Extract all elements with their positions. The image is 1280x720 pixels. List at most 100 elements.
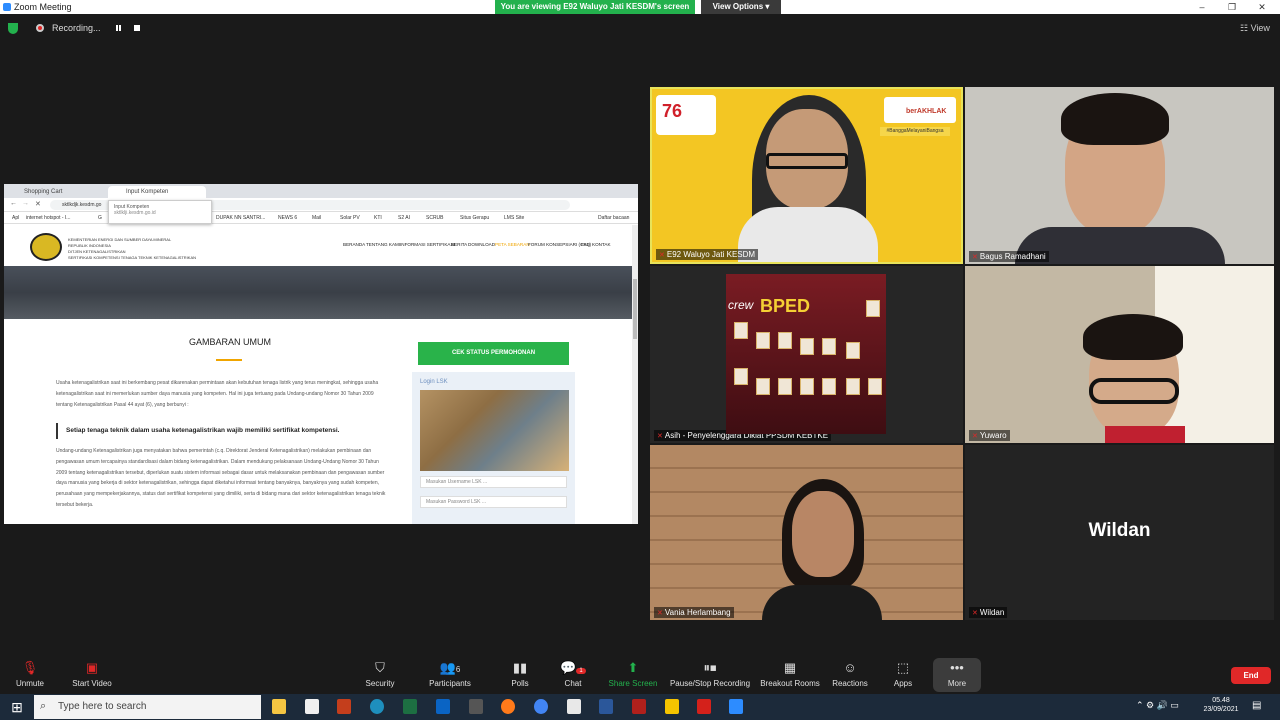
taskbar-app-icon[interactable] — [469, 699, 483, 714]
clock-time: 05.48 — [1212, 697, 1230, 704]
security-app-icon[interactable] — [632, 699, 646, 714]
bookmark-item[interactable]: LMS Site — [504, 215, 524, 221]
poster-crew-label: crew — [728, 298, 754, 312]
participant-display-name: Wildan — [1088, 520, 1151, 541]
participant-name-text: Bagus Ramadhani — [979, 252, 1046, 261]
recording-controls-label: Pause/Stop Recording — [669, 679, 751, 688]
bookmark-item[interactable]: Daftar bacaan — [598, 215, 629, 221]
video-tile-waluyo[interactable]: 76 berAKHLAK #BanggaMelayaniBangsa ✕ E92 … — [650, 87, 963, 264]
share-screen-button[interactable]: ⬆ Share Screen — [593, 660, 673, 688]
shirt — [762, 585, 882, 620]
poster-title: BPED — [760, 296, 811, 316]
participant-name: ✕ Vania Herlambang — [654, 607, 734, 618]
nav-tentang-kami[interactable]: TENTANG KAMI — [366, 242, 400, 247]
nav-peta-sebaran[interactable]: PETA SEBARAN — [495, 242, 530, 247]
close-button[interactable]: ✕ — [1252, 0, 1272, 14]
bookmark-item[interactable]: S2 AI — [398, 215, 410, 221]
file-explorer-icon[interactable] — [272, 699, 286, 714]
sticky-notes-icon[interactable] — [665, 699, 679, 714]
notifications-icon[interactable]: ▤ — [1252, 700, 1261, 711]
video-tile-yuwaro[interactable]: ✕ Yuwaro — [965, 266, 1274, 443]
username-input[interactable]: Masukan Username LSK ... — [420, 476, 567, 488]
forward-icon[interactable]: → — [22, 200, 29, 207]
participant-name-text: E92 Waluyo Jati KESDM — [666, 250, 756, 259]
esdm-logo[interactable] — [30, 233, 62, 261]
excel-icon[interactable] — [403, 699, 417, 714]
video-tile-vania[interactable]: ✕ Vania Herlambang — [650, 445, 963, 620]
chrome-icon[interactable] — [534, 699, 548, 714]
word-icon[interactable] — [599, 699, 613, 714]
system-tray-icons[interactable]: ⌃ ⚙ 🔊 ▭ — [1136, 700, 1179, 711]
participants-button[interactable]: 👥6 Participants — [410, 660, 490, 688]
quote-text: Setiap tenaga teknik dalam usaha ketenag… — [66, 427, 340, 434]
nav-informasi-sertifikasi[interactable]: INFORMASI SERTIFIKASI — [400, 242, 455, 247]
meeting-top-row — [0, 14, 1280, 44]
bookmark-item[interactable]: KTI — [374, 215, 382, 221]
page-scrollbar[interactable] — [632, 225, 638, 524]
nav-faq[interactable]: FAQ — [581, 242, 590, 247]
video-tile-bagus[interactable]: ✕ Bagus Ramadhani — [965, 87, 1274, 264]
back-icon[interactable]: ← — [10, 200, 17, 207]
maximize-button[interactable]: ❐ — [1222, 0, 1242, 14]
shield-icon[interactable] — [8, 23, 18, 34]
bookmark-item[interactable]: NEWS 6 — [278, 215, 297, 221]
view-options-button[interactable]: View Options ▾ — [701, 0, 781, 14]
acrobat-icon[interactable] — [697, 699, 711, 714]
akhlak-badge: berAKHLAK — [884, 97, 956, 123]
bookmark-item[interactable]: SCRUB — [426, 215, 444, 221]
taskbar-clock[interactable]: 05.48 23/09/2021 — [1198, 696, 1244, 714]
nav-berita[interactable]: BERITA — [451, 242, 467, 247]
search-icon: ⌕ — [40, 700, 47, 712]
polls-label: Polls — [511, 679, 529, 688]
security-button[interactable]: ⛉ Security — [340, 660, 420, 688]
participant-name-text: Vania Herlambang — [664, 608, 731, 617]
zoom-taskbar-icon[interactable] — [729, 699, 743, 714]
unmute-label: Unmute — [15, 679, 44, 688]
record-controls-icon: ⏸⏹ — [703, 660, 717, 675]
outlook-icon[interactable] — [436, 699, 450, 714]
nav-download[interactable]: DOWNLOAD — [468, 242, 495, 247]
view-layout-button[interactable]: ☷ View — [1240, 23, 1270, 34]
password-input[interactable]: Masukan Password LSK ... — [420, 496, 567, 508]
pause-recording-icon[interactable] — [116, 25, 118, 31]
zoom-logo-icon — [3, 3, 11, 11]
nav-kontak[interactable]: KONTAK — [592, 242, 611, 247]
reload-icon[interactable]: ✕ — [35, 200, 41, 208]
bookmark-item[interactable]: internet hotspot - I... — [26, 215, 70, 221]
bookmark-item[interactable]: Solar PV — [340, 215, 360, 221]
view-label: View — [1250, 23, 1270, 33]
cek-status-button[interactable]: CEK STATUS PERMOHONAN — [418, 342, 569, 365]
end-meeting-button[interactable]: End — [1231, 667, 1271, 684]
poster-photo — [846, 378, 860, 395]
start-video-button[interactable]: ▣ Start Video — [52, 660, 132, 688]
poster-photo — [800, 378, 814, 395]
file-icon[interactable] — [567, 699, 581, 714]
pause-stop-recording-button[interactable]: ⏸⏹ Pause/Stop Recording — [665, 660, 755, 688]
taskbar-search-input[interactable]: Type here to search — [34, 695, 261, 719]
bookmark-item[interactable]: DUPAK NN SANTRI... — [216, 215, 265, 221]
tab-tooltip: Input Kompeten sktlklji.kesdm.go.id — [108, 200, 212, 224]
scrollbar-thumb[interactable] — [633, 279, 637, 339]
mic-muted-icon: ✕ — [972, 610, 978, 617]
edge-icon[interactable] — [370, 699, 384, 714]
akhlak-label: berAKHLAK — [906, 108, 947, 115]
bookmark-item[interactable]: G — [98, 215, 102, 221]
browser-tab-input-kompeten[interactable]: Input Kompeten — [108, 186, 206, 198]
browser-tab-shopping-cart[interactable]: Shopping Cart — [6, 186, 104, 198]
minimize-button[interactable]: – — [1192, 0, 1212, 14]
poster-photo — [778, 378, 792, 395]
nav-beranda[interactable]: BERANDA — [343, 242, 365, 247]
windows-start-icon[interactable]: ⊞ — [0, 694, 34, 720]
stop-recording-icon[interactable] — [134, 25, 140, 31]
bookmark-item[interactable]: Situs Gerapu — [460, 215, 489, 221]
bookmark-item[interactable]: Mail — [312, 215, 321, 221]
recording-icon — [36, 24, 44, 32]
more-button[interactable]: ••• More — [917, 660, 997, 688]
heading-underline — [216, 359, 242, 361]
shield-icon: ⛉ — [375, 660, 385, 675]
powerpoint-icon[interactable] — [337, 699, 351, 714]
workers-image — [420, 390, 569, 471]
store-icon[interactable] — [305, 699, 319, 714]
firefox-icon[interactable] — [501, 699, 515, 714]
bookmark-item[interactable]: Apl — [12, 215, 19, 221]
